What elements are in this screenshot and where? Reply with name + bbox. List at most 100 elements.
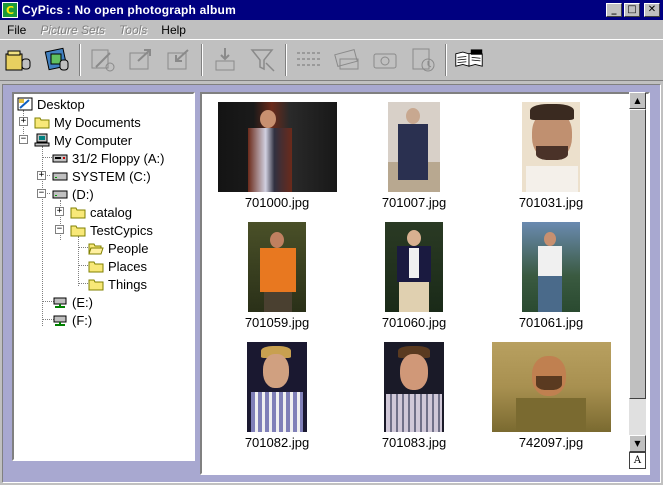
thumbnail-filename: 701061.jpg bbox=[518, 315, 584, 330]
hard-drive-icon bbox=[52, 172, 68, 181]
new-album-button[interactable] bbox=[40, 43, 74, 77]
tree-item-floppy-a[interactable]: 31/2 Floppy (A:) bbox=[52, 149, 165, 167]
close-button[interactable]: ✕ bbox=[644, 3, 660, 17]
edit-picture-button[interactable] bbox=[86, 43, 120, 77]
thumbnail-item[interactable]: 701082.jpg bbox=[208, 338, 346, 450]
thumbnail-image[interactable] bbox=[247, 342, 307, 432]
thumbnail-item[interactable]: 742097.jpg bbox=[482, 338, 620, 450]
thumbnail-image[interactable] bbox=[385, 222, 443, 312]
thumbnail-view[interactable]: 701000.jpg 701007.jpg 701031.jpg 701059.… bbox=[200, 92, 650, 475]
tree-item-label: My Computer bbox=[54, 132, 133, 148]
scrollbar-thumb[interactable] bbox=[629, 109, 646, 399]
tree-item-label: TestCypics bbox=[90, 222, 153, 238]
folder-tree[interactable]: Desktop + My Documents − My Computer 31/… bbox=[12, 92, 195, 461]
toolbar bbox=[0, 39, 663, 81]
import-down-icon bbox=[215, 48, 235, 71]
toolbar-separator bbox=[285, 44, 287, 76]
size-grip-icon[interactable]: A bbox=[629, 452, 646, 469]
toolbar-separator bbox=[79, 44, 81, 76]
thumbnail-item[interactable]: 701031.jpg bbox=[482, 98, 620, 210]
tree-expander[interactable]: + bbox=[19, 117, 28, 126]
thumbnail-item[interactable]: 701007.jpg bbox=[345, 98, 483, 210]
tree-item-people[interactable]: People bbox=[88, 239, 148, 257]
thumbnail-image[interactable] bbox=[491, 342, 611, 432]
tree-item-my-computer[interactable]: My Computer bbox=[34, 131, 132, 149]
thumbnail-image[interactable] bbox=[217, 102, 337, 192]
tree-item-desktop[interactable]: Desktop bbox=[17, 95, 85, 113]
tree-item-things[interactable]: Things bbox=[88, 275, 147, 293]
desktop-icon bbox=[17, 97, 33, 111]
tree-item-places[interactable]: Places bbox=[88, 257, 147, 275]
thumbnail-filename: 701060.jpg bbox=[381, 315, 447, 330]
menu-file[interactable]: File bbox=[0, 23, 33, 37]
scroll-down-arrow-icon[interactable]: ▼ bbox=[629, 435, 646, 452]
thumbnail-item[interactable]: 701083.jpg bbox=[345, 338, 483, 450]
menu-help[interactable]: Help bbox=[154, 23, 193, 37]
whats-this-help-button[interactable] bbox=[452, 43, 486, 77]
menu-bar: File Picture Sets Tools Help bbox=[0, 20, 663, 39]
tree-expander[interactable]: + bbox=[55, 207, 64, 216]
tree-item-catalog[interactable]: catalog bbox=[70, 203, 132, 221]
thumbnail-filename: 742097.jpg bbox=[518, 435, 584, 450]
export-picture-button[interactable] bbox=[124, 43, 158, 77]
tree-expander[interactable]: − bbox=[55, 225, 64, 234]
tree-expander[interactable]: − bbox=[19, 135, 28, 144]
thumbnail-item[interactable]: 701060.jpg bbox=[345, 218, 483, 330]
tree-item-testcypics[interactable]: TestCypics bbox=[70, 221, 153, 239]
toolbar-separator bbox=[445, 44, 447, 76]
scan-icon bbox=[412, 48, 435, 72]
maximize-button[interactable]: □ bbox=[624, 3, 640, 17]
thumbnail-filename: 701083.jpg bbox=[381, 435, 447, 450]
open-album-button[interactable] bbox=[2, 43, 36, 77]
thumbnail-filename: 701031.jpg bbox=[518, 195, 584, 210]
tree-item-drive-f[interactable]: (F:) bbox=[52, 311, 92, 329]
slide-button[interactable] bbox=[330, 43, 364, 77]
arrange-button[interactable] bbox=[292, 43, 326, 77]
tree-expander[interactable]: − bbox=[37, 189, 46, 198]
slide-icon bbox=[334, 49, 359, 70]
thumbnail-filename: 701059.jpg bbox=[244, 315, 310, 330]
thumbnail-image[interactable] bbox=[384, 342, 444, 432]
thumbnail-image[interactable] bbox=[388, 102, 440, 192]
tree-item-label: (F:) bbox=[72, 312, 93, 328]
thumbnail-image[interactable] bbox=[522, 222, 580, 312]
tree-item-drive-d[interactable]: (D:) bbox=[52, 185, 94, 203]
tree-item-drive-e[interactable]: (E:) bbox=[52, 293, 93, 311]
tree-item-label: Places bbox=[108, 258, 148, 274]
scan-button[interactable] bbox=[406, 43, 440, 77]
scroll-up-arrow-icon[interactable]: ▲ bbox=[629, 92, 646, 109]
vertical-scrollbar[interactable]: ▲ ▼ bbox=[629, 92, 646, 452]
network-drive-icon bbox=[53, 315, 67, 326]
thumbnail-image[interactable] bbox=[522, 102, 580, 192]
tree-item-label: Desktop bbox=[37, 96, 85, 112]
menu-picture-sets[interactable]: Picture Sets bbox=[33, 23, 112, 37]
title-bar[interactable]: C CyPics : No open photograph album _ □ … bbox=[0, 0, 663, 20]
thumbnail-item[interactable]: 701061.jpg bbox=[482, 218, 620, 330]
edit-picture-icon bbox=[91, 49, 115, 72]
window-title: CyPics : No open photograph album bbox=[22, 3, 236, 17]
thumbnail-item[interactable]: 701000.jpg bbox=[208, 98, 346, 210]
folder-icon bbox=[70, 207, 86, 219]
camera-button[interactable] bbox=[368, 43, 402, 77]
filter-icon bbox=[250, 49, 275, 72]
tree-expander[interactable]: + bbox=[37, 171, 46, 180]
import-picture-button[interactable] bbox=[162, 43, 196, 77]
minimize-button[interactable]: _ bbox=[606, 3, 622, 17]
filter-button[interactable] bbox=[246, 43, 280, 77]
computer-icon bbox=[34, 133, 50, 147]
new-album-icon bbox=[44, 47, 69, 71]
folder-icon bbox=[88, 261, 104, 273]
thumbnail-item[interactable]: 701059.jpg bbox=[208, 218, 346, 330]
thumbnail-filename: 701082.jpg bbox=[244, 435, 310, 450]
network-drive-icon bbox=[53, 297, 67, 308]
cypics-app-icon[interactable]: C bbox=[2, 2, 18, 18]
tree-item-system-c[interactable]: SYSTEM (C:) bbox=[52, 167, 151, 185]
tree-item-my-documents[interactable]: My Documents bbox=[34, 113, 141, 131]
tree-item-label: Things bbox=[108, 276, 148, 292]
import-down-button[interactable] bbox=[208, 43, 242, 77]
open-album-icon bbox=[5, 50, 31, 71]
thumbnail-image[interactable] bbox=[248, 222, 306, 312]
whats-this-help-icon bbox=[455, 49, 483, 67]
menu-tools[interactable]: Tools bbox=[112, 23, 154, 37]
toolbar-separator bbox=[201, 44, 203, 76]
